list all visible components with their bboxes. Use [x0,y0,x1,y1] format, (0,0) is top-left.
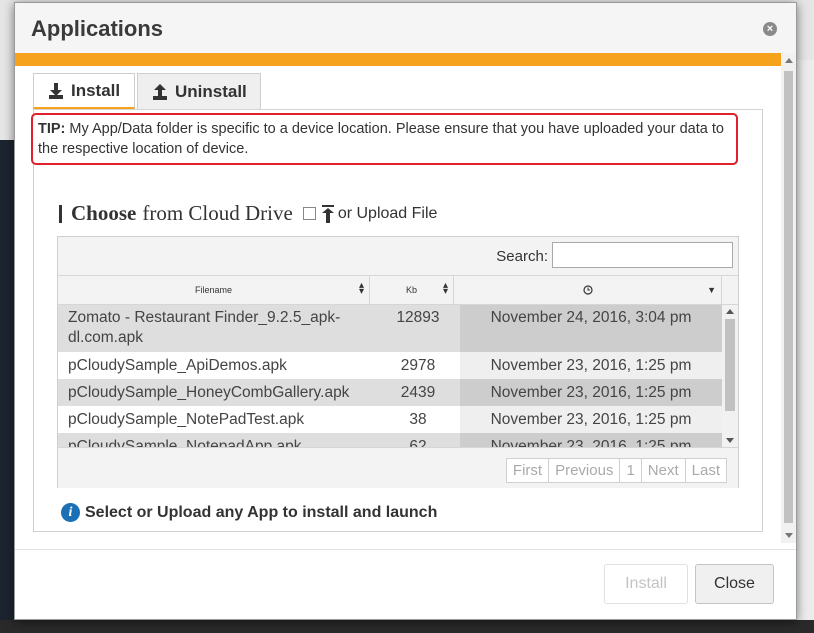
dialog-scrollbar[interactable] [781,53,796,543]
footer-divider [15,549,796,550]
download-icon [49,82,63,99]
table-row[interactable]: pCloudySample_ApiDemos.apk 2978 November… [58,352,722,379]
sort-desc-icon: ▼ [707,285,716,295]
tip-box: TIP: My App/Data folder is specific to a… [31,113,738,165]
scroll-thumb[interactable] [725,319,735,411]
table-row[interactable]: Zomato - Restaurant Finder_9.2.5_apk-dl.… [58,305,722,352]
column-kb[interactable]: Kb ▴ ▾ [370,276,454,304]
scroll-down-icon[interactable] [726,438,734,443]
cell-filename: pCloudySample_NotepadApp.apk [68,438,302,447]
tip-label: TIP: [38,121,66,137]
pager-previous[interactable]: Previous [549,459,621,482]
search-label: Search: [496,248,548,265]
cell-filename: pCloudySample_HoneyCombGallery.apk [68,384,350,401]
scroll-down-icon[interactable] [785,533,793,538]
install-button[interactable]: Install [604,564,688,604]
heading-bar [59,204,62,223]
tab-install-label: Install [71,80,121,100]
cloud-drive-label: from Cloud Drive [142,201,293,225]
upload-file-checkbox[interactable] [302,207,316,220]
table-row[interactable]: pCloudySample_NotepadApp.apk 62 November… [58,433,722,447]
cell-date: November 24, 2016, 3:04 pm [490,309,692,326]
cell-kb: 2978 [400,357,436,374]
cell-filename: pCloudySample_ApiDemos.apk [68,357,287,374]
pager-next[interactable]: Next [642,459,686,482]
cell-kb: 12893 [396,309,440,326]
scroll-up-icon[interactable] [726,309,734,314]
tab-uninstall-label: Uninstall [175,81,247,101]
dialog-title: Applications [31,16,164,41]
files-table: Search: Filename ▴ ▾ Kb ▴ ▾ ▼ Zomato - R… [57,236,739,488]
clock-icon [582,285,593,295]
info-icon: i [61,503,80,522]
sort-icon: ▴ ▾ [358,280,364,297]
background-footer [0,620,814,633]
cell-date: November 23, 2016, 1:25 pm [490,438,692,447]
table-row[interactable]: pCloudySample_HoneyCombGallery.apk 2439 … [58,379,722,406]
column-filename[interactable]: Filename ▴ ▾ [58,276,370,304]
scroll-up-icon[interactable] [785,58,793,63]
applications-dialog: Applications × Install Uninstall TIP: My… [14,2,797,620]
upload-file-icon [321,204,334,223]
cell-date: November 23, 2016, 1:25 pm [490,384,692,401]
upload-icon [153,83,167,100]
dialog-header: Applications × [15,3,796,53]
column-date[interactable]: ▼ [454,276,722,304]
table-body: Zomato - Restaurant Finder_9.2.5_apk-dl.… [58,305,722,447]
pager-page-1[interactable]: 1 [620,459,642,482]
column-kb-label: Kb [405,285,417,295]
pager-first[interactable]: First [507,459,550,482]
info-text: Select or Upload any App to install and … [85,503,438,521]
cell-filename: Zomato - Restaurant Finder_9.2.5_apk-dl.… [68,309,341,346]
tip-text: My App/Data folder is specific to a devi… [38,121,724,157]
source-chooser: Choose from Cloud Drive or Upload File [59,201,437,226]
table-scrollbar[interactable] [722,305,738,447]
column-filename-label: Filename [194,285,232,295]
close-icon[interactable]: × [763,22,777,36]
pagination-bar: First Previous 1 Next Last [58,447,738,488]
tab-install[interactable]: Install [33,73,135,109]
upload-file-label[interactable]: or Upload File [338,205,438,223]
table-header: Filename ▴ ▾ Kb ▴ ▾ ▼ [58,276,738,305]
table-row[interactable]: pCloudySample_NotePadTest.apk 38 Novembe… [58,406,722,433]
close-button[interactable]: Close [695,564,774,604]
cell-kb: 38 [409,411,427,428]
cell-date: November 23, 2016, 1:25 pm [490,411,692,428]
search-bar: Search: [58,237,738,276]
background-panel [796,60,814,633]
cell-kb: 62 [409,438,427,447]
choose-word: Choose [71,201,137,225]
cell-filename: pCloudySample_NotePadTest.apk [68,411,305,428]
pager-last[interactable]: Last [686,459,726,482]
search-input[interactable] [552,242,733,268]
sort-icon: ▴ ▾ [442,280,448,297]
accent-bar [15,53,781,66]
cell-date: November 23, 2016, 1:25 pm [490,357,692,374]
tab-uninstall[interactable]: Uninstall [137,73,261,109]
scroll-thumb[interactable] [784,71,793,523]
pagination: First Previous 1 Next Last [505,458,727,483]
info-message: i Select or Upload any App to install an… [61,503,437,522]
cell-kb: 2439 [400,384,436,401]
